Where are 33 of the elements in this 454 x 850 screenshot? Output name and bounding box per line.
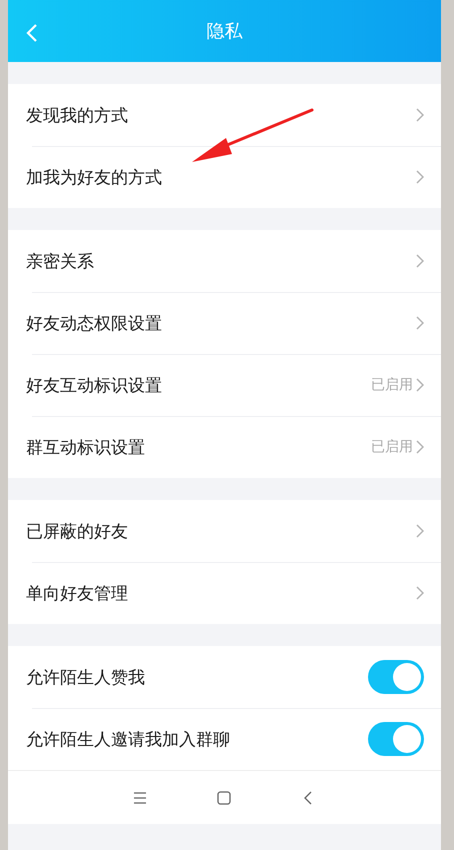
chevron-icon — [416, 586, 424, 600]
item-label: 已屏蔽的好友 — [26, 520, 129, 542]
item-label: 单向好友管理 — [26, 582, 129, 604]
item-label: 群互动标识设置 — [26, 436, 146, 458]
chevron-icon — [416, 108, 424, 122]
status-text: 已启用 — [371, 438, 413, 456]
chevron-icon — [416, 316, 424, 330]
menu-icon[interactable] — [132, 790, 148, 806]
item-label: 加我为好友的方式 — [26, 166, 163, 188]
settings-item[interactable]: 群互动标识设置 已启用 — [8, 416, 441, 478]
settings-item[interactable]: 加我为好友的方式 — [8, 146, 441, 208]
settings-item[interactable]: 亲密关系 — [8, 230, 441, 292]
chevron-icon — [416, 440, 424, 454]
item-label: 好友动态权限设置 — [26, 312, 163, 334]
status-text: 已启用 — [371, 376, 413, 394]
home-icon[interactable] — [216, 790, 232, 806]
item-label: 发现我的方式 — [26, 104, 129, 126]
toggle-switch[interactable] — [368, 660, 424, 694]
settings-item[interactable]: 已屏蔽的好友 — [8, 500, 441, 562]
item-label: 允许陌生人赞我 — [26, 666, 146, 688]
settings-item[interactable]: 发现我的方式 — [8, 84, 441, 146]
item-label: 亲密关系 — [26, 250, 95, 272]
settings-item[interactable]: 好友动态权限设置 — [8, 292, 441, 354]
page-title: 隐私 — [206, 20, 242, 43]
item-label: 好友互动标识设置 — [26, 374, 163, 396]
toggle-switch[interactable] — [368, 722, 424, 756]
settings-item[interactable]: 好友互动标识设置 已启用 — [8, 354, 441, 416]
chevron-icon — [416, 524, 424, 538]
settings-item[interactable]: 单向好友管理 — [8, 562, 441, 624]
chevron-icon — [416, 378, 424, 392]
item-label: 允许陌生人邀请我加入群聊 — [26, 728, 231, 750]
chevron-icon — [416, 170, 424, 184]
chevron-icon — [416, 254, 424, 268]
